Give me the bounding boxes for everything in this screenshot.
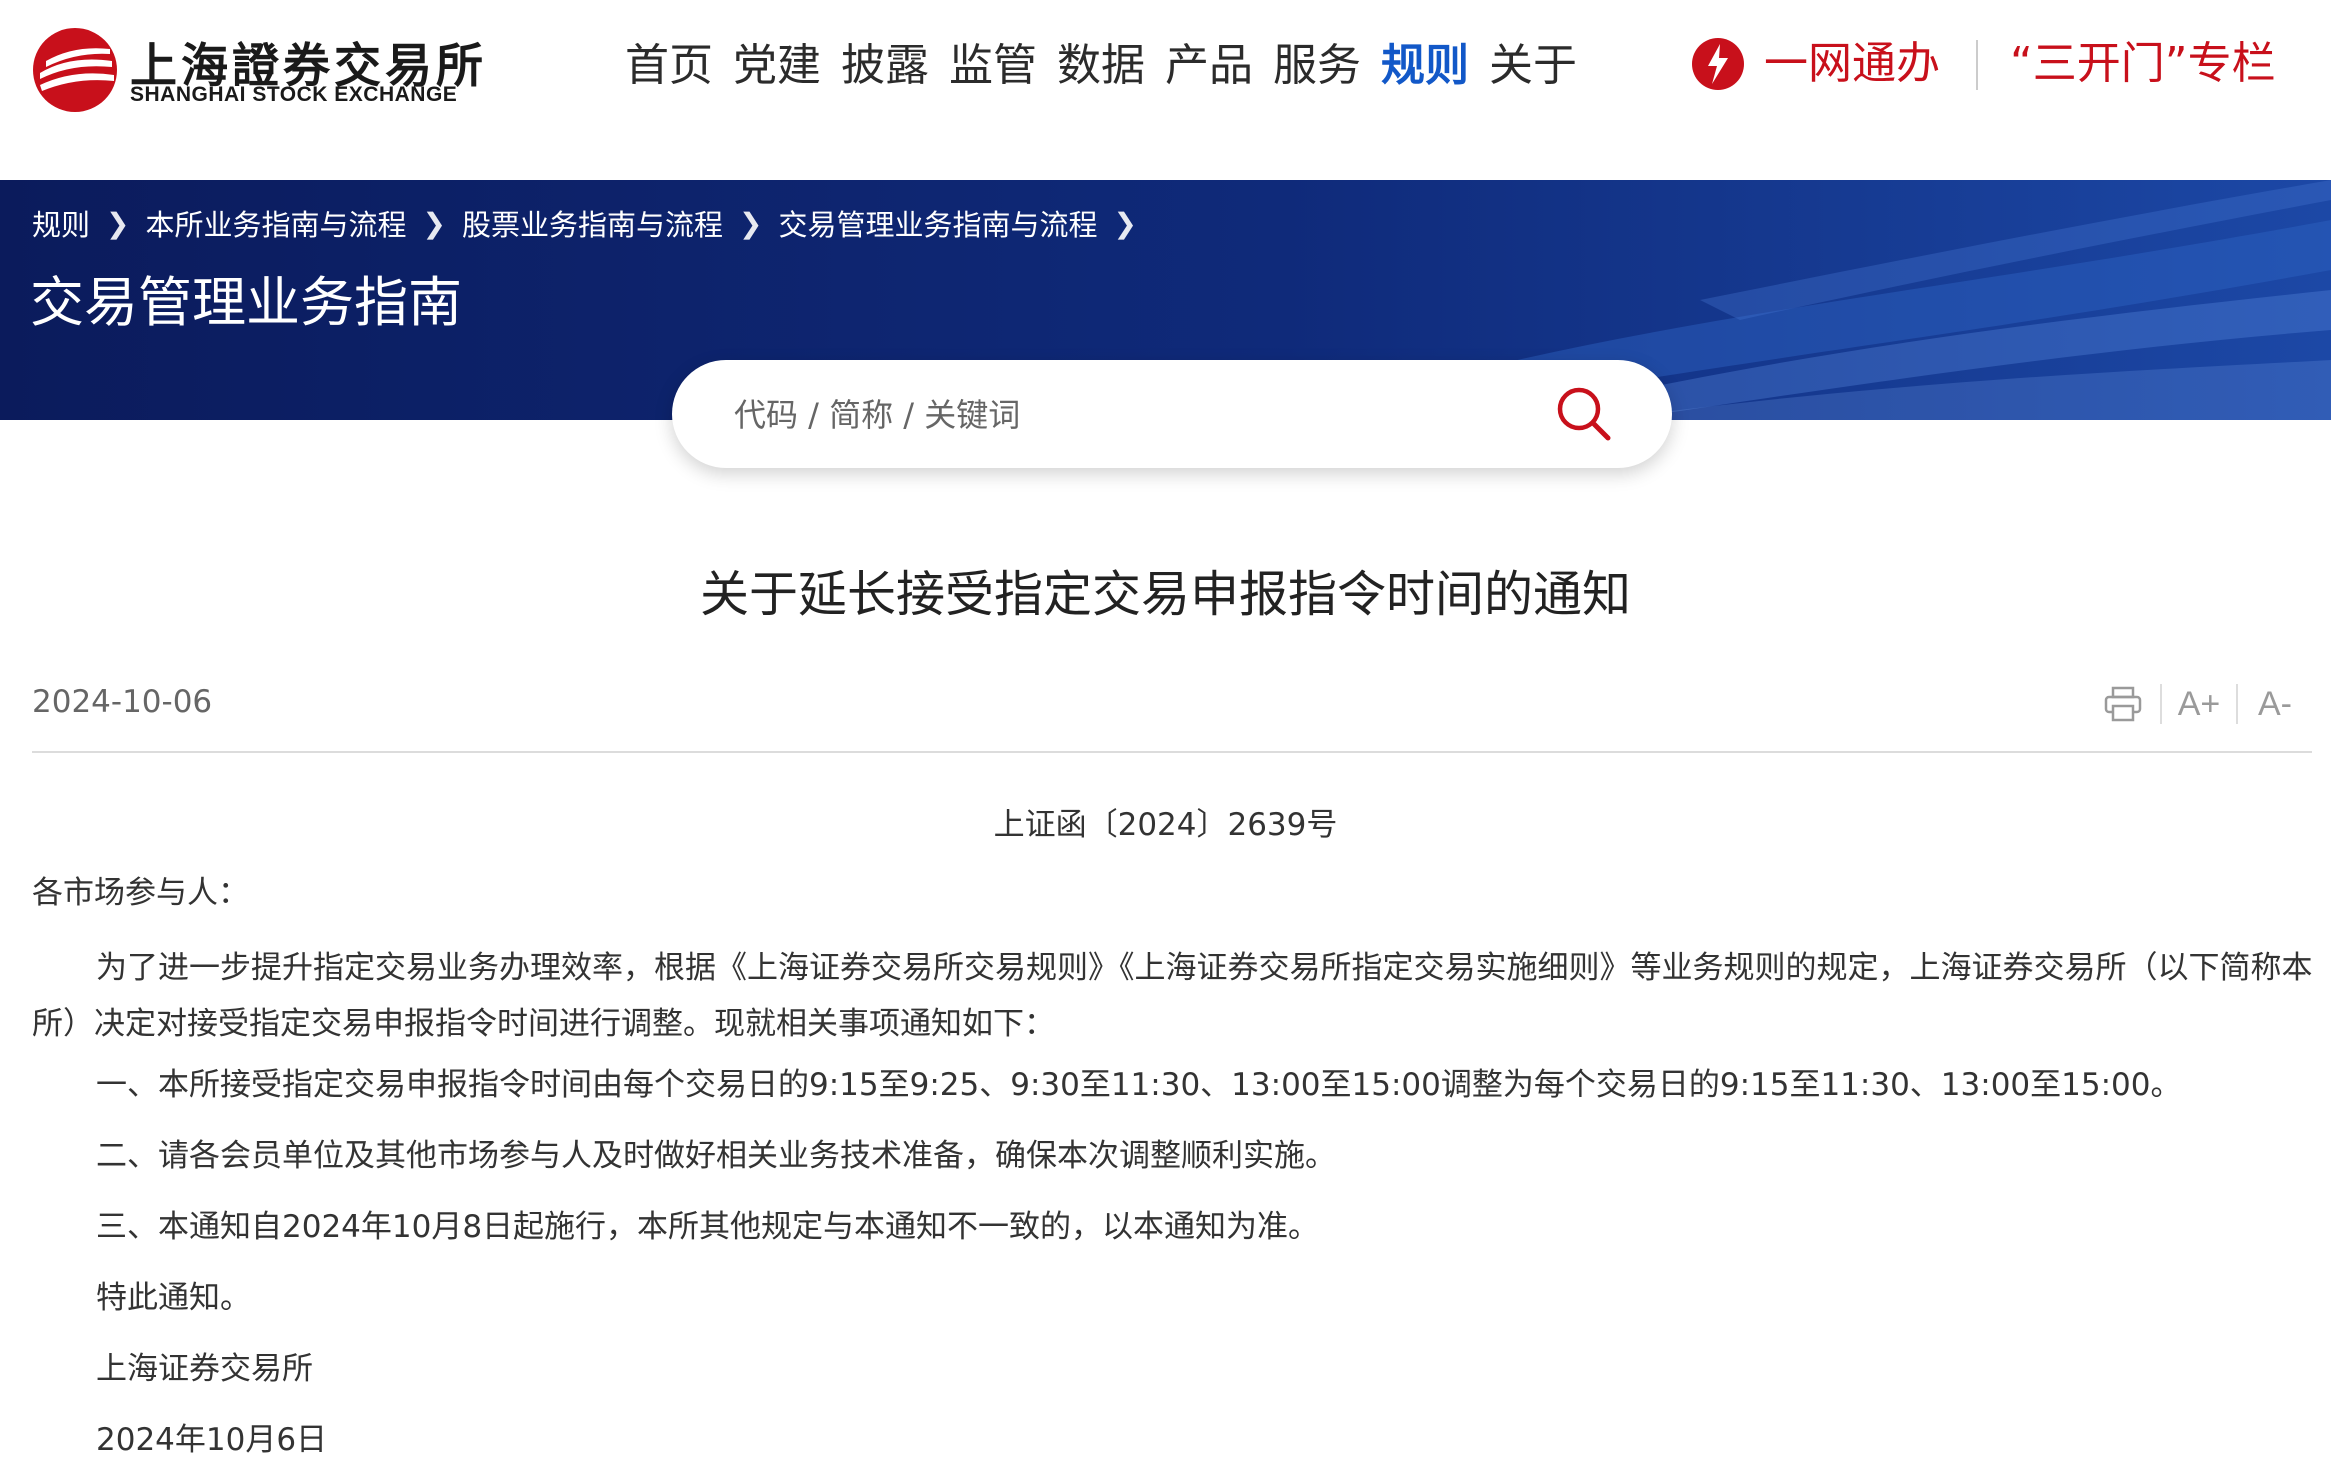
three-doors-column-link[interactable]: “三开门”专栏 xyxy=(2010,34,2276,94)
section-heading: 交易管理业务指南 xyxy=(30,271,462,334)
nav-item-disclosure[interactable]: 披露 xyxy=(841,30,929,102)
article-date: 2024-10-06 xyxy=(32,684,213,720)
notice-item-2: 二、请各会员单位及其他市场参与人及时做好相关业务技术准备，确保本次调整顺利实施。 xyxy=(96,1138,1336,1174)
font-increase-button[interactable]: A+ xyxy=(2162,676,2236,732)
notice-item-1: 一、本所接受指定交易申报指令时间由每个交易日的9:15至9:25、9:30至11… xyxy=(96,1067,2182,1103)
title-divider-line xyxy=(32,751,2312,753)
search-icon[interactable] xyxy=(1552,382,1616,446)
chevron-right-icon: ❯ xyxy=(422,206,446,240)
logo-english-name: SHANGHAI STOCK EXCHANGE xyxy=(130,83,458,106)
signature-date: 2024年10月6日 xyxy=(96,1422,328,1458)
site-header: 上海證券交易所 SHANGHAI STOCK EXCHANGE 首页 党建 披露… xyxy=(0,0,2331,180)
font-decrease-button[interactable]: A- xyxy=(2238,676,2312,732)
search-input[interactable] xyxy=(732,384,1556,446)
one-stop-service-icon xyxy=(1692,38,1744,90)
breadcrumb-stock-guides[interactable]: 股票业务指南与流程 xyxy=(462,202,723,244)
breadcrumb: 规则 ❯ 本所业务指南与流程 ❯ 股票业务指南与流程 ❯ 交易管理业务指南与流程… xyxy=(32,202,1137,244)
sse-logo[interactable]: 上海證券交易所 SHANGHAI STOCK EXCHANGE xyxy=(30,25,483,115)
print-button[interactable] xyxy=(2086,676,2160,732)
signature: 上海证券交易所 xyxy=(96,1351,313,1387)
chevron-right-icon: ❯ xyxy=(1113,206,1137,240)
nav-item-about[interactable]: 关于 xyxy=(1489,30,1577,102)
notice-item-3: 三、本通知自2024年10月8日起施行，本所其他规定与本通知不一致的，以本通知为… xyxy=(96,1209,1320,1245)
article-meta: 2024-10-06 A+ A- xyxy=(32,676,2312,732)
search-bar xyxy=(672,360,1672,468)
one-stop-service-link[interactable]: 一网通办 xyxy=(1690,34,1940,94)
nav-item-data[interactable]: 数据 xyxy=(1057,30,1145,102)
nav-item-rules[interactable]: 规则 xyxy=(1381,30,1469,102)
nav-item-party[interactable]: 党建 xyxy=(733,30,821,102)
article-title: 关于延长接受指定交易申报指令时间的通知 xyxy=(699,566,1631,623)
sse-logo-mark-icon xyxy=(33,28,117,112)
main-nav: 首页 党建 披露 监管 数据 产品 服务 规则 关于 xyxy=(625,30,1577,102)
chevron-right-icon: ❯ xyxy=(738,206,763,240)
breadcrumb-rules[interactable]: 规则 xyxy=(32,202,90,244)
breadcrumb-trading-management-guides[interactable]: 交易管理业务指南与流程 xyxy=(778,202,1097,244)
closing-text: 特此通知。 xyxy=(96,1280,251,1316)
intro-paragraph: 为了进一步提升指定交易业务办理效率，根据《上海证券交易所交易规则》《上海证券交易… xyxy=(32,950,2313,1042)
nav-item-products[interactable]: 产品 xyxy=(1165,30,1253,102)
breadcrumb-exchange-guides[interactable]: 本所业务指南与流程 xyxy=(145,202,406,244)
printer-icon xyxy=(2104,686,2142,722)
one-stop-service-label: 一网通办 xyxy=(1764,38,1940,89)
article-tools: A+ A- xyxy=(2086,676,2312,732)
nav-item-home[interactable]: 首页 xyxy=(625,30,713,102)
chevron-right-icon: ❯ xyxy=(106,206,130,240)
nav-item-services[interactable]: 服务 xyxy=(1273,30,1361,102)
header-divider xyxy=(1976,40,1978,90)
nav-item-supervision[interactable]: 监管 xyxy=(949,30,1037,102)
document-number: 上证函〔2024〕2639号 xyxy=(993,807,1338,843)
salutation: 各市场参与人： xyxy=(32,875,249,911)
